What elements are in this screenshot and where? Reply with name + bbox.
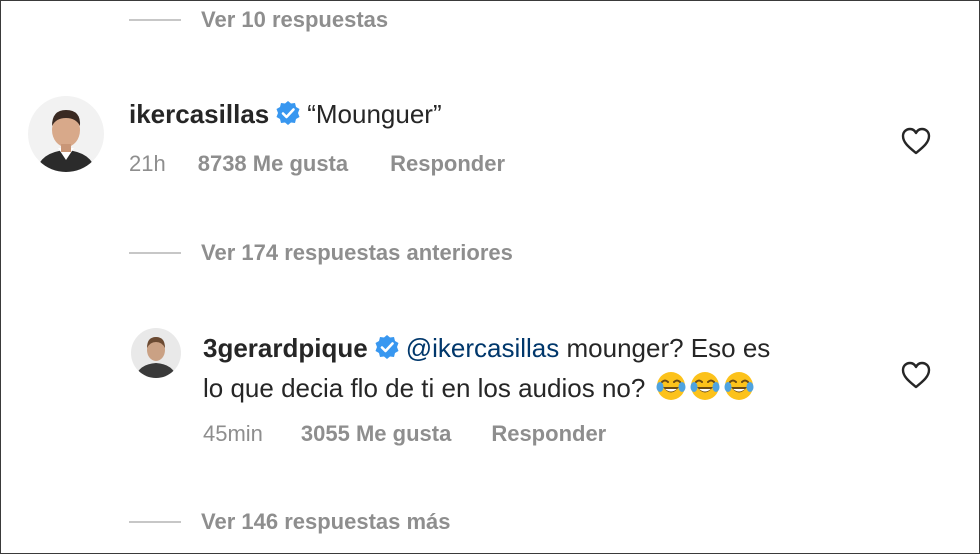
comment-meta-ikercasillas: 21h 8738 Me gusta Responder xyxy=(129,151,505,177)
divider-line xyxy=(129,252,181,254)
comment-time: 45min xyxy=(203,421,263,446)
view-replies-label[interactable]: Ver 10 respuestas xyxy=(201,7,388,33)
reply-button[interactable]: Responder xyxy=(390,151,505,177)
comment-time: 21h xyxy=(129,151,166,176)
comment-thread: Ver 10 respuestas ikercasillas “Mounguer”… xyxy=(0,0,980,554)
view-replies-toggle[interactable]: Ver 10 respuestas xyxy=(129,7,388,33)
avatar-3gerardpique[interactable] xyxy=(131,328,181,378)
comment-body-line2: lo que decia flo de ti en los audios no? xyxy=(203,373,653,403)
avatar-ikercasillas[interactable] xyxy=(28,96,104,172)
comment-body-line1: mounger? Eso es xyxy=(559,333,771,363)
comment-ikercasillas: ikercasillas “Mounguer” xyxy=(129,97,442,134)
likes-count[interactable]: 3055 Me gusta xyxy=(301,421,451,447)
face-with-tears-of-joy-icon xyxy=(655,370,687,410)
view-more-replies[interactable]: Ver 146 respuestas más xyxy=(129,509,451,535)
view-previous-replies[interactable]: Ver 174 respuestas anteriores xyxy=(129,240,513,266)
face-with-tears-of-joy-icon xyxy=(723,370,755,410)
view-more-replies-label[interactable]: Ver 146 respuestas más xyxy=(201,509,451,535)
username[interactable]: 3gerardpique xyxy=(203,333,368,363)
likes-count[interactable]: 8738 Me gusta xyxy=(198,151,348,177)
divider-line xyxy=(129,521,181,523)
divider-line xyxy=(129,19,181,21)
comment-line-2: lo que decia flo de ti en los audios no? xyxy=(203,370,883,410)
verified-badge-icon xyxy=(275,100,301,134)
verified-badge-icon xyxy=(374,334,400,368)
comment-3gerardpique: 3gerardpique @ikercasillas mounger? Eso e… xyxy=(203,331,883,410)
face-with-tears-of-joy-icon xyxy=(689,370,721,410)
reply-button[interactable]: Responder xyxy=(491,421,606,447)
like-heart-icon[interactable] xyxy=(900,126,932,161)
like-heart-icon[interactable] xyxy=(900,360,932,395)
comment-line-1: 3gerardpique @ikercasillas mounger? Eso e… xyxy=(203,331,883,368)
comment-body: “Mounguer” xyxy=(307,99,442,129)
comment-meta-3gerardpique: 45min 3055 Me gusta Responder xyxy=(203,421,606,447)
mention-link[interactable]: @ikercasillas xyxy=(406,333,560,363)
view-previous-replies-label[interactable]: Ver 174 respuestas anteriores xyxy=(201,240,513,266)
username[interactable]: ikercasillas xyxy=(129,99,269,129)
